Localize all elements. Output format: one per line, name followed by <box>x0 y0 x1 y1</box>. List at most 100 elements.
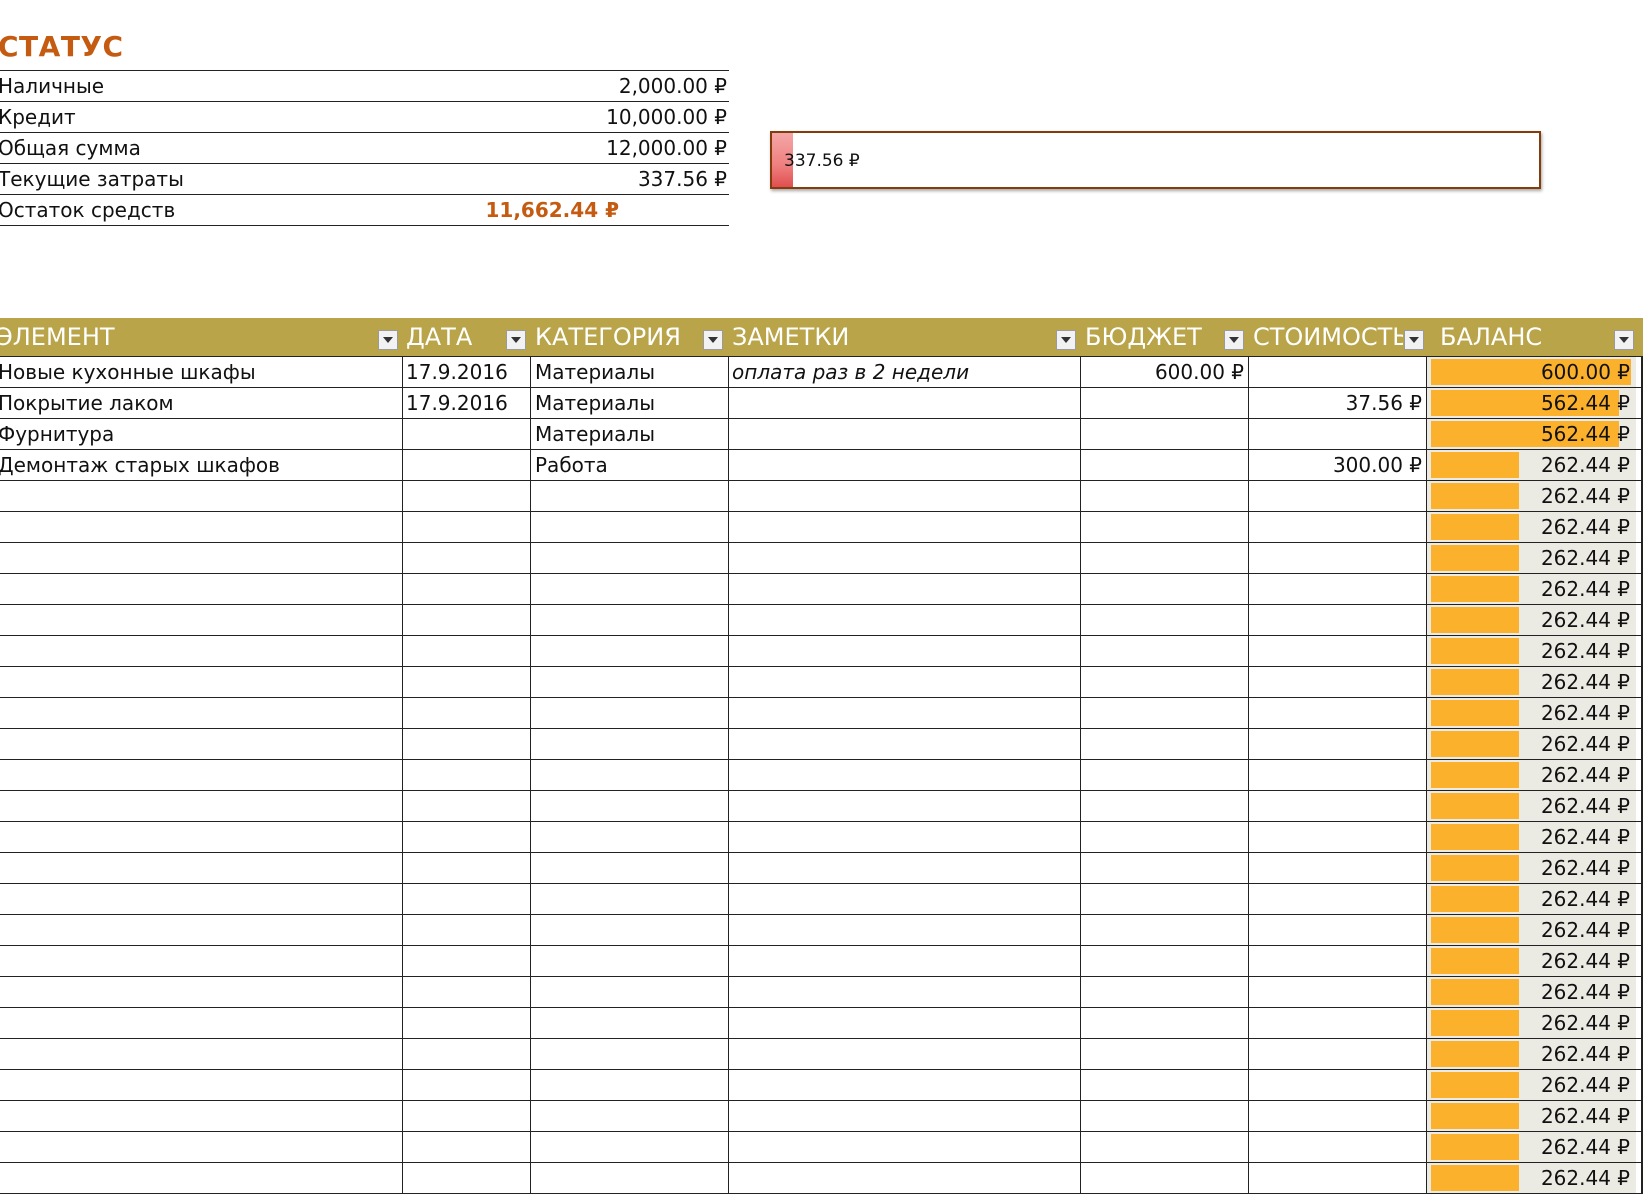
cell-date[interactable] <box>406 760 530 790</box>
cell-date[interactable] <box>406 419 530 449</box>
cell-item[interactable] <box>0 853 398 883</box>
cell-notes[interactable] <box>732 450 1077 480</box>
cell-balance[interactable]: 262.44 ₽ <box>1427 915 1636 945</box>
table-row[interactable]: 262.44 ₽ <box>0 853 1643 884</box>
cell-balance[interactable]: 262.44 ₽ <box>1427 636 1636 666</box>
table-row[interactable]: 262.44 ₽ <box>0 915 1643 946</box>
cell-date[interactable] <box>406 977 530 1007</box>
column-header-budget[interactable]: БЮДЖЕТ <box>1085 318 1220 356</box>
cell-notes[interactable] <box>732 729 1077 759</box>
cell-notes[interactable] <box>732 512 1077 542</box>
cell-budget[interactable] <box>1082 822 1250 852</box>
cell-item[interactable] <box>0 1008 398 1038</box>
cell-balance[interactable]: 262.44 ₽ <box>1427 977 1636 1007</box>
cell-budget[interactable] <box>1082 915 1250 945</box>
cell-notes[interactable] <box>732 946 1077 976</box>
spending-progress-bar[interactable]: 337.56 ₽ <box>770 131 1541 189</box>
cell-budget[interactable] <box>1082 419 1250 449</box>
cell-cost[interactable] <box>1250 605 1428 635</box>
cell-category[interactable] <box>535 574 725 604</box>
cell-notes[interactable] <box>732 667 1077 697</box>
cell-budget[interactable] <box>1082 1163 1250 1193</box>
cell-category[interactable] <box>535 946 725 976</box>
table-row[interactable]: 262.44 ₽ <box>0 729 1643 760</box>
cell-notes[interactable] <box>732 1132 1077 1162</box>
cell-category[interactable] <box>535 605 725 635</box>
cell-balance[interactable]: 262.44 ₽ <box>1427 574 1636 604</box>
cell-item[interactable]: Демонтаж старых шкафов <box>0 450 398 480</box>
filter-dropdown-icon[interactable] <box>1614 330 1634 350</box>
cell-cost[interactable] <box>1250 915 1428 945</box>
filter-dropdown-icon[interactable] <box>1404 330 1424 350</box>
cell-date[interactable] <box>406 698 530 728</box>
cell-category[interactable]: Материалы <box>535 419 725 449</box>
filter-dropdown-icon[interactable] <box>378 330 398 350</box>
cell-category[interactable] <box>535 853 725 883</box>
cell-date[interactable] <box>406 543 530 573</box>
cell-item[interactable] <box>0 729 398 759</box>
cell-budget[interactable] <box>1082 1101 1250 1131</box>
cell-category[interactable]: Материалы <box>535 357 725 387</box>
cell-category[interactable] <box>535 822 725 852</box>
cell-category[interactable] <box>535 884 725 914</box>
cell-budget[interactable] <box>1082 1008 1250 1038</box>
column-header-category[interactable]: КАТЕГОРИЯ <box>535 318 705 356</box>
column-header-item[interactable]: ЭЛЕМЕНТ <box>0 318 368 356</box>
cell-cost[interactable] <box>1250 853 1428 883</box>
cell-budget[interactable] <box>1082 977 1250 1007</box>
cell-category[interactable] <box>535 512 725 542</box>
filter-dropdown-icon[interactable] <box>1056 330 1076 350</box>
cell-cost[interactable] <box>1250 1101 1428 1131</box>
cell-cost[interactable] <box>1250 1070 1428 1100</box>
cell-cost[interactable] <box>1250 481 1428 511</box>
cell-date[interactable] <box>406 512 530 542</box>
cell-budget[interactable] <box>1082 667 1250 697</box>
cell-item[interactable] <box>0 543 398 573</box>
status-row-cash[interactable]: Наличные 2,000.00 ₽ <box>0 70 729 101</box>
cell-notes[interactable] <box>732 884 1077 914</box>
cell-date[interactable] <box>406 574 530 604</box>
cell-budget[interactable] <box>1082 605 1250 635</box>
cell-balance[interactable]: 262.44 ₽ <box>1427 791 1636 821</box>
table-row[interactable]: 262.44 ₽ <box>0 1132 1643 1163</box>
table-row[interactable]: 262.44 ₽ <box>0 822 1643 853</box>
cell-date[interactable] <box>406 915 530 945</box>
cell-balance[interactable]: 562.44 ₽ <box>1427 388 1636 418</box>
table-row[interactable]: 262.44 ₽ <box>0 605 1643 636</box>
cell-notes[interactable] <box>732 388 1077 418</box>
cell-category[interactable] <box>535 636 725 666</box>
cell-cost[interactable] <box>1250 884 1428 914</box>
cell-balance[interactable]: 262.44 ₽ <box>1427 667 1636 697</box>
table-row[interactable]: 262.44 ₽ <box>0 1101 1643 1132</box>
cell-item[interactable] <box>0 884 398 914</box>
cell-item[interactable] <box>0 636 398 666</box>
cell-balance[interactable]: 262.44 ₽ <box>1427 1039 1636 1069</box>
cell-item[interactable] <box>0 791 398 821</box>
cell-budget[interactable] <box>1082 1039 1250 1069</box>
cell-item[interactable] <box>0 915 398 945</box>
cell-balance[interactable]: 562.44 ₽ <box>1427 419 1636 449</box>
cell-cost[interactable] <box>1250 1132 1428 1162</box>
table-row[interactable]: 262.44 ₽ <box>0 574 1643 605</box>
cell-item[interactable] <box>0 605 398 635</box>
cell-notes[interactable] <box>732 977 1077 1007</box>
cell-category[interactable]: Работа <box>535 450 725 480</box>
cell-notes[interactable] <box>732 1070 1077 1100</box>
cell-cost[interactable] <box>1250 698 1428 728</box>
cell-category[interactable] <box>535 915 725 945</box>
cell-date[interactable] <box>406 636 530 666</box>
cell-date[interactable] <box>406 1132 530 1162</box>
cell-category[interactable] <box>535 667 725 697</box>
cell-item[interactable] <box>0 946 398 976</box>
cell-date[interactable] <box>406 853 530 883</box>
cell-category[interactable] <box>535 791 725 821</box>
cell-budget[interactable] <box>1082 481 1250 511</box>
table-row[interactable]: Демонтаж старых шкафов Работа 300.00 ₽ 262.… <box>0 450 1643 481</box>
table-row[interactable]: 262.44 ₽ <box>0 481 1643 512</box>
table-row[interactable]: Новые кухонные шкафы 17.9.2016 Материалы оп… <box>0 357 1643 388</box>
cell-date[interactable] <box>406 1070 530 1100</box>
cell-item[interactable] <box>0 822 398 852</box>
cell-budget[interactable] <box>1082 760 1250 790</box>
cell-category[interactable] <box>535 1008 725 1038</box>
cell-notes[interactable] <box>732 419 1077 449</box>
